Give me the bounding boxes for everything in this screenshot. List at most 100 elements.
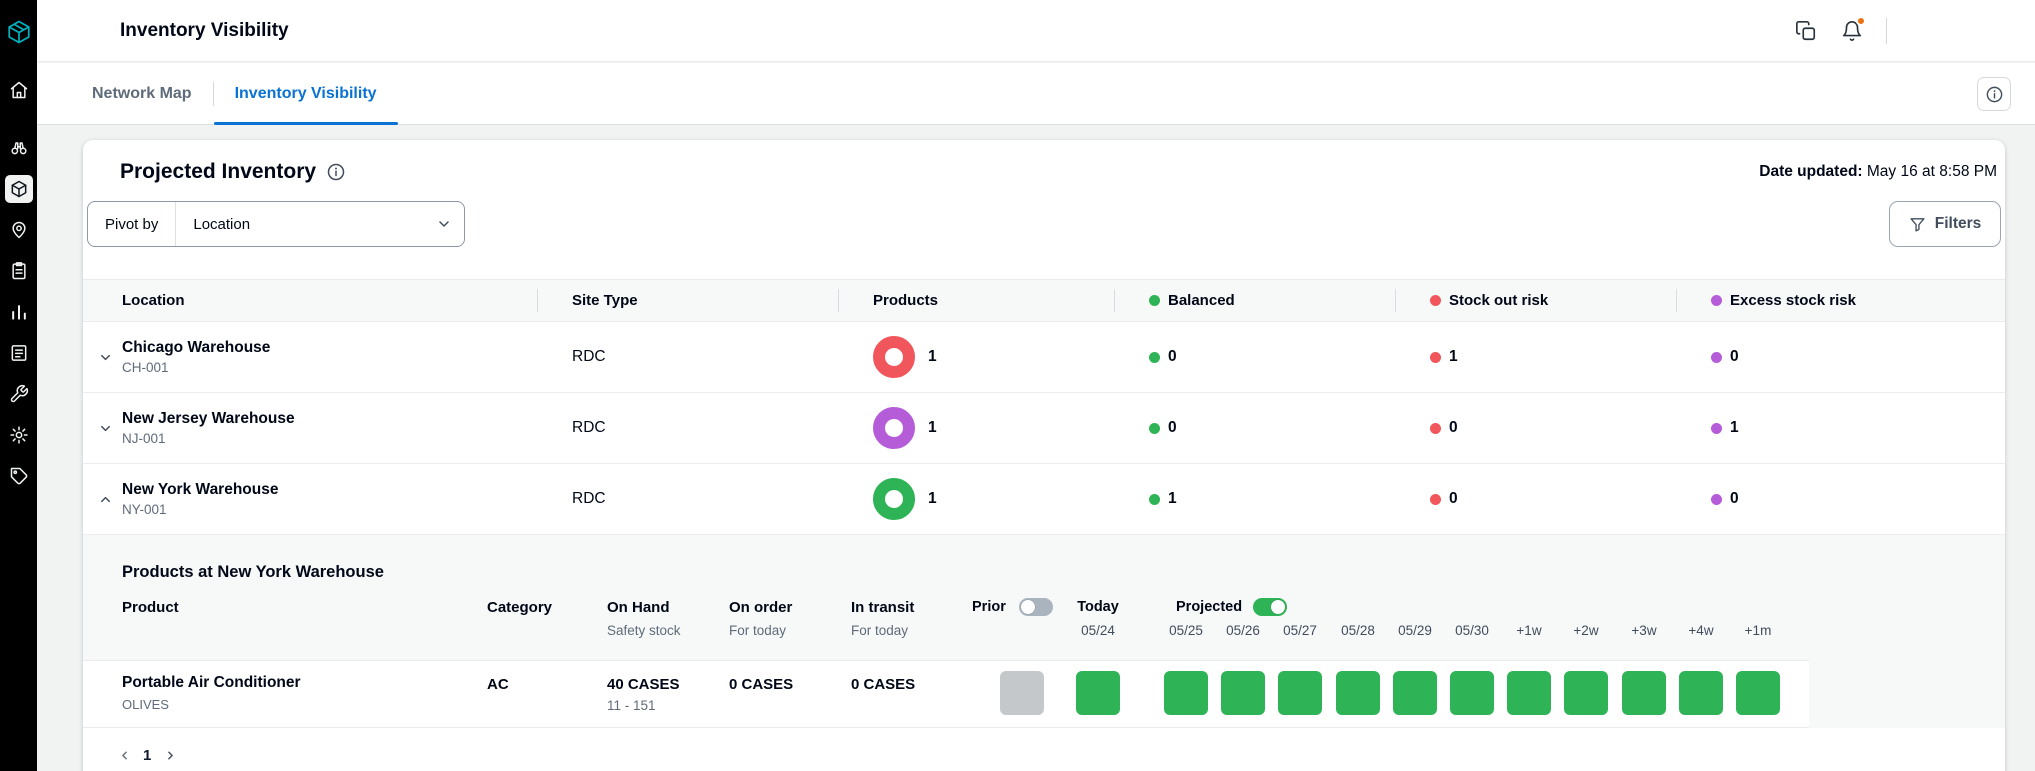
- filters-button[interactable]: Filters: [1889, 201, 2001, 247]
- stockout-status-dot: [1430, 352, 1441, 363]
- excess-count: 0: [1730, 490, 1739, 508]
- tab-network-map[interactable]: Network Map: [71, 63, 213, 124]
- excess-status-dot: [1711, 494, 1722, 505]
- pivot-by-label: Pivot by: [88, 216, 175, 233]
- prior-toggle[interactable]: [1019, 598, 1053, 616]
- detail-column-in-transit: In transit: [851, 599, 914, 616]
- top-bar-actions: [1794, 0, 1887, 62]
- column-header-excess-stock-risk[interactable]: Excess stock risk: [1676, 280, 2005, 321]
- timeline-cell[interactable]: [1450, 671, 1494, 715]
- table-header: Location Site Type Products Balanced Sto…: [83, 279, 2005, 322]
- products-donut-chart: [873, 478, 915, 520]
- timeline-date-label: +3w: [1622, 623, 1666, 638]
- excess-status-dot: [1711, 352, 1722, 363]
- collapse-row-button[interactable]: [93, 487, 117, 511]
- page-title: Projected Inventory: [120, 160, 316, 184]
- chevron-up-icon: [98, 492, 113, 507]
- locations-icon[interactable]: [5, 216, 33, 244]
- pagination: 1: [113, 742, 181, 768]
- site-type: RDC: [537, 348, 838, 366]
- excess-count: 0: [1730, 348, 1739, 366]
- location-name[interactable]: New Jersey Warehouse: [122, 410, 537, 428]
- sidebar: [0, 0, 37, 771]
- panel-title: Products at New York Warehouse: [122, 563, 384, 582]
- products-count: 1: [928, 348, 937, 366]
- copy-icon[interactable]: [1794, 19, 1818, 43]
- balanced-count: 0: [1168, 419, 1177, 437]
- timeline-cell[interactable]: [1622, 671, 1666, 715]
- timeline-date-label: +1w: [1507, 623, 1551, 638]
- timeline-cell[interactable]: [1000, 671, 1044, 715]
- reports-icon[interactable]: [5, 339, 33, 367]
- next-page-button[interactable]: [159, 742, 181, 768]
- previous-page-button[interactable]: [113, 742, 135, 768]
- product-name[interactable]: Portable Air Conditioner: [122, 674, 301, 692]
- home-icon[interactable]: [5, 76, 33, 104]
- table-controls: Pivot by Location Filters: [87, 201, 2001, 247]
- timeline-date-label: 05/25: [1164, 623, 1208, 638]
- balanced-status-dot: [1149, 295, 1160, 306]
- expanded-products-panel: Products at New York Warehouse Product C…: [83, 535, 2005, 728]
- timeline-cell[interactable]: [1679, 671, 1723, 715]
- location-name[interactable]: Chicago Warehouse: [122, 339, 537, 357]
- tag-icon[interactable]: [5, 462, 33, 490]
- timeline-cell[interactable]: [1164, 671, 1208, 715]
- detail-column-product: Product: [122, 599, 179, 616]
- product-on-order: 0 CASES: [729, 676, 793, 693]
- app-logo-icon[interactable]: [6, 12, 32, 52]
- date-updated-value: May 16 at 8:58 PM: [1863, 163, 1997, 180]
- divider: [1886, 18, 1887, 44]
- timeline-date-label: 05/26: [1221, 623, 1265, 638]
- column-header-products[interactable]: Products: [838, 280, 1114, 321]
- timeline-cell[interactable]: [1393, 671, 1437, 715]
- chevron-down-icon: [98, 421, 113, 436]
- pivot-by-select[interactable]: Pivot by Location: [87, 201, 465, 247]
- info-icon[interactable]: [326, 162, 346, 182]
- funnel-icon: [1909, 216, 1926, 233]
- current-page[interactable]: 1: [140, 747, 154, 764]
- detail-column-in-transit-sub: For today: [851, 623, 908, 638]
- timeline-cell[interactable]: [1736, 671, 1780, 715]
- insights-icon[interactable]: [5, 134, 33, 162]
- column-header-stock-out-risk[interactable]: Stock out risk: [1395, 280, 1676, 321]
- timeline-cell[interactable]: [1278, 671, 1322, 715]
- timeline-cell[interactable]: [1507, 671, 1551, 715]
- chevron-down-icon: [98, 350, 113, 365]
- product-category: AC: [487, 676, 509, 693]
- timeline-date-label: +4w: [1679, 623, 1723, 638]
- excess-status-dot: [1711, 423, 1722, 434]
- projected-inventory-card: Projected Inventory Date updated: May 16…: [83, 140, 2005, 771]
- column-header-location[interactable]: Location: [83, 280, 537, 321]
- products-count: 1: [928, 490, 937, 508]
- detail-column-on-order: On order: [729, 599, 792, 616]
- tab-inventory-visibility[interactable]: Inventory Visibility: [214, 63, 398, 124]
- filters-button-label: Filters: [1935, 215, 1982, 233]
- projected-toggle[interactable]: [1253, 598, 1287, 616]
- site-type: RDC: [537, 419, 838, 437]
- timeline-cell[interactable]: [1336, 671, 1380, 715]
- product-in-transit: 0 CASES: [851, 676, 915, 693]
- balanced-status-dot: [1149, 352, 1160, 363]
- toggle-knob: [1271, 600, 1285, 614]
- timeline-cell[interactable]: [1076, 671, 1120, 715]
- stockout-status-dot: [1430, 494, 1441, 505]
- expand-row-button[interactable]: [93, 416, 117, 440]
- location-name[interactable]: New York Warehouse: [122, 481, 537, 499]
- tools-icon[interactable]: [5, 380, 33, 408]
- today-label: Today: [1076, 599, 1120, 615]
- column-header-site-type[interactable]: Site Type: [537, 280, 838, 321]
- bell-icon[interactable]: [1840, 19, 1864, 43]
- analytics-icon[interactable]: [5, 298, 33, 326]
- expand-row-button[interactable]: [93, 345, 117, 369]
- settings-icon[interactable]: [5, 421, 33, 449]
- timeline-date-label: 05/30: [1450, 623, 1494, 638]
- inventory-icon[interactable]: [5, 175, 33, 203]
- column-header-balanced-label: Balanced: [1168, 292, 1235, 309]
- orders-icon[interactable]: [5, 257, 33, 285]
- detail-column-on-hand: On Hand: [607, 599, 670, 616]
- site-type: RDC: [537, 490, 838, 508]
- panel-info-button[interactable]: [1977, 77, 2011, 111]
- timeline-cell[interactable]: [1564, 671, 1608, 715]
- column-header-balanced[interactable]: Balanced: [1114, 280, 1395, 321]
- timeline-cell[interactable]: [1221, 671, 1265, 715]
